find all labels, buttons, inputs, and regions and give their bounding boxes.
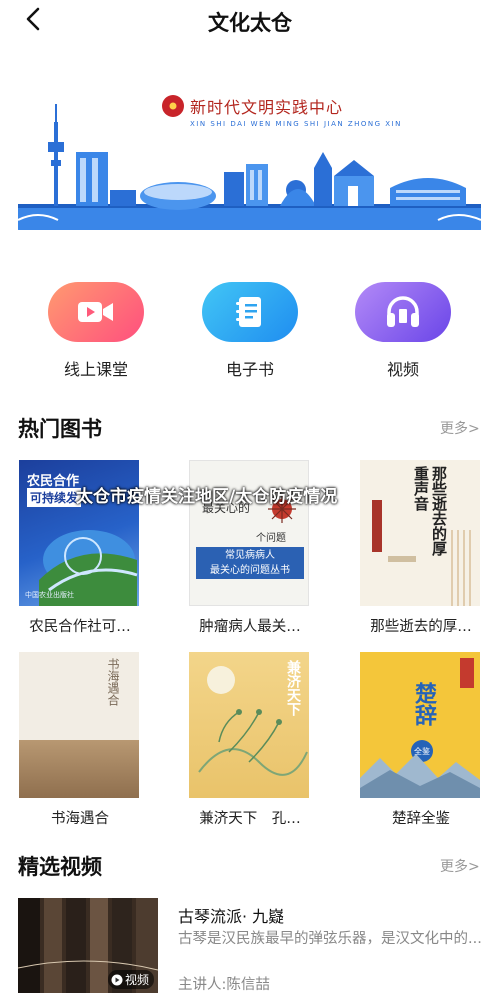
video-badge-label: 视频 [124,973,149,987]
book-cover-text: 中国农业出版社 [25,591,74,599]
videos-section-title: 精选视频 [18,855,102,879]
book-cover-text: 个问题 [256,533,286,544]
headphones-icon [355,282,451,342]
quick-link-online-class[interactable]: 线上课堂 [48,282,144,380]
video-badge: 视频 [107,970,154,989]
video-thumbnail[interactable]: 视频 [18,898,158,993]
book-card[interactable]: 楚辞 全鉴 楚辞全鉴 [360,652,482,828]
book-cover: 书海遇合 [19,652,139,798]
book-card[interactable]: 书海遇合 书海遇合 [19,652,141,828]
quick-link-label: 电子书 [225,360,274,379]
notebook-icon [202,282,298,342]
overlay-caption: 太仓市疫情关注地区/太仓防疫情况 [76,487,338,507]
video-camera-icon [48,282,144,342]
book-card[interactable]: 兼济天下 兼济天下 孔… [189,652,311,828]
videos-more-link[interactable]: 更多> [440,856,480,876]
video-title[interactable]: 古琴流派· 九嶷 [178,903,284,927]
quick-link-ebook[interactable]: 电子书 [202,282,298,380]
top-bar: 文化太仓 [0,0,500,40]
page-title: 文化太仓 [208,11,292,35]
banner[interactable]: 新时代文明实践中心 XIN SHI DAI WEN MING SHI JIAN … [18,72,481,235]
book-cover-art [360,754,480,798]
book-cover-band [19,740,139,798]
book-title: 兼济天下 孔… [199,811,301,827]
book-cover-seal [460,658,474,688]
book-cover-text: 书海遇合 [106,658,120,706]
quick-link-label: 视频 [386,360,419,379]
book-cover-text: 常见病病人 [225,550,275,561]
banner-title: 新时代文明实践中心 [190,98,344,117]
book-title: 书海遇合 [51,811,109,827]
book-cover-band: 常见病病人 最关心的问题丛书 [196,547,304,579]
book-title: 农民合作社可… [29,619,131,635]
quick-link-label: 线上课堂 [63,360,128,379]
book-title: 肿瘤病人最关… [199,619,301,635]
video-speaker: 主讲人:陈信喆 [178,977,270,993]
book-cover: 楚辞 全鉴 [360,652,480,798]
play-icon [111,974,123,985]
video-description: 古琴是汉民族最早的弹弦乐器，是汉文化中的... [178,931,482,947]
quick-link-video[interactable]: 视频 [355,282,451,380]
seal-logo-icon [162,95,184,117]
book-cover: 那些逝去的厚重声音 [360,460,480,606]
hot-books-more-link[interactable]: 更多> [440,418,480,438]
hot-books-title: 热门图书 [18,417,102,441]
banner-subtitle: XIN SHI DAI WEN MING SHI JIAN ZHONG XIN [190,120,402,128]
book-card[interactable]: 那些逝去的厚重声音 那些逝去的厚… [360,460,482,636]
book-cover-text: 可持续发 [27,488,82,507]
book-title: 楚辞全鉴 [392,811,450,827]
book-cover-text: 最关心的问题丛书 [210,565,290,576]
book-cover-art [372,500,471,606]
book-cover-text: 农民合作 [27,474,80,489]
book-cover: 兼济天下 [189,652,309,798]
banner-heading: 新时代文明实践中心 [162,94,343,118]
book-title: 那些逝去的厚… [370,619,472,635]
book-cover-text: 楚辞 [411,682,437,726]
book-cover-text: 兼济天下 [285,660,301,716]
